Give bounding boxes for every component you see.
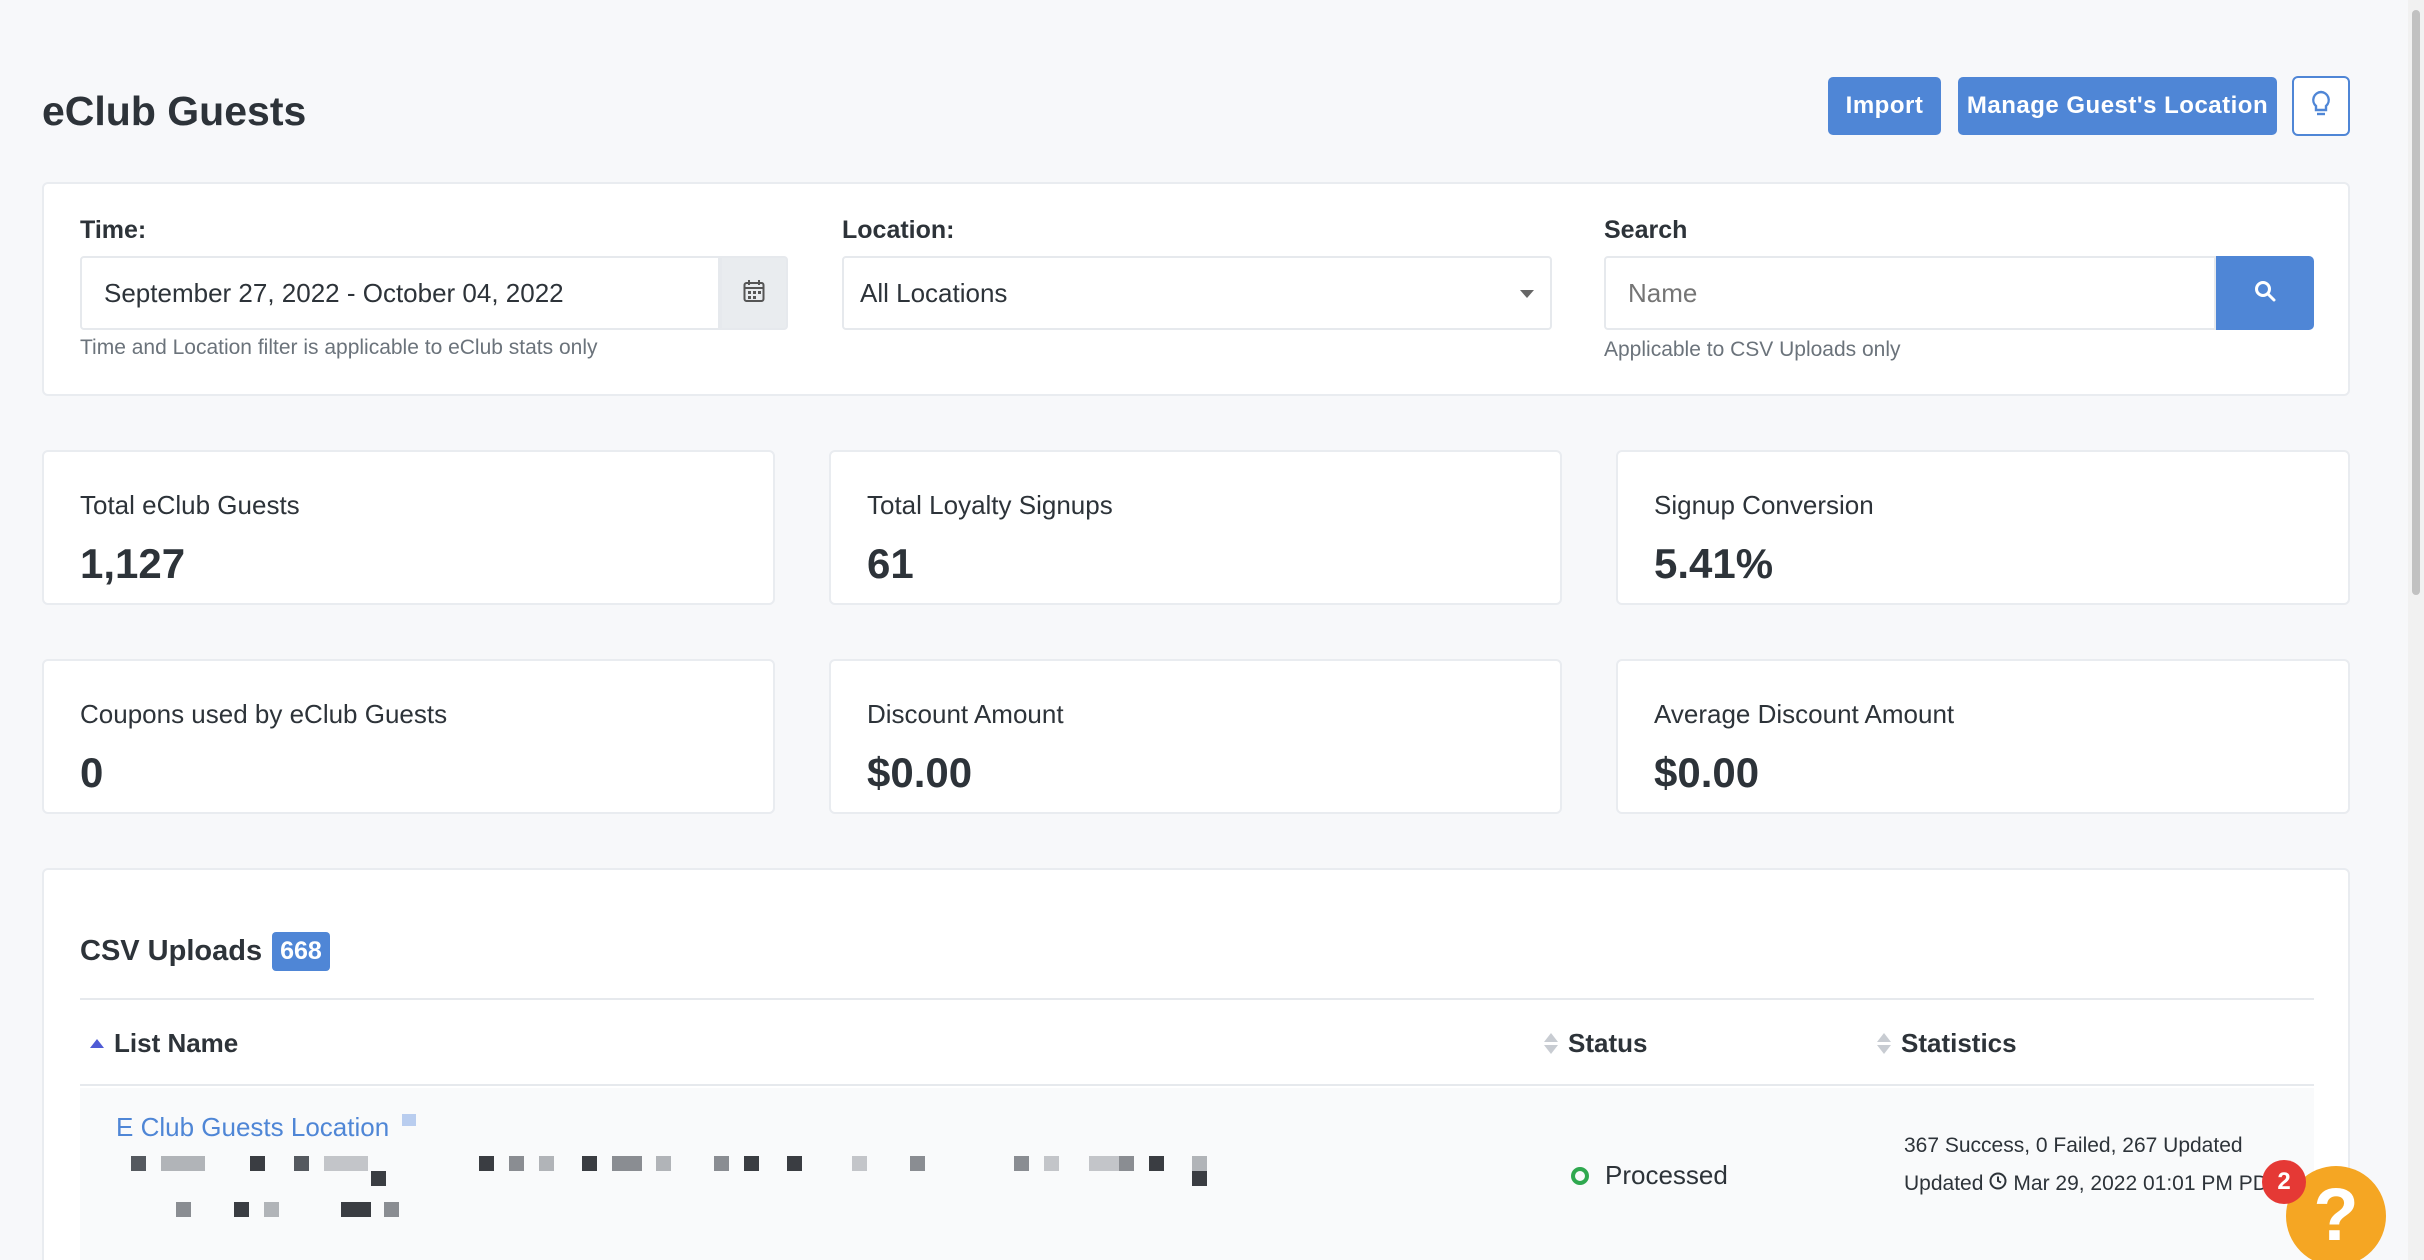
- sort-ascending-icon: [90, 1039, 104, 1048]
- column-header-status[interactable]: Status: [1544, 1028, 1647, 1059]
- time-label: Time:: [80, 216, 147, 244]
- search-help: Applicable to CSV Uploads only: [1604, 338, 1901, 361]
- search-label: Search: [1604, 216, 1688, 244]
- csv-uploads-label: CSV Uploads: [80, 935, 263, 967]
- statistics-summary: 367 Success, 0 Failed, 267 Updated: [1904, 1134, 2243, 1157]
- stat-label: Total eClub Guests: [80, 490, 300, 520]
- search-input[interactable]: [1604, 256, 2216, 330]
- status-processed-icon: [1571, 1166, 1589, 1185]
- help-notification-badge: 2: [2262, 1160, 2306, 1204]
- column-label: Statistics: [1901, 1028, 2017, 1058]
- stat-value: $0.00: [1654, 749, 1760, 796]
- stat-card-discount-amount: Discount Amount $0.00: [829, 659, 1562, 814]
- column-header-list-name[interactable]: List Name: [90, 1028, 238, 1059]
- csv-uploads-title: CSV Uploads 668: [80, 932, 330, 971]
- tips-button[interactable]: [2292, 76, 2350, 136]
- stat-label: Coupons used by eClub Guests: [80, 699, 448, 729]
- stat-value: 1,127: [80, 540, 186, 587]
- page-title: eClub Guests: [42, 88, 307, 134]
- csv-uploads-panel: CSV Uploads 668 List Name Status Statist…: [42, 868, 2350, 1260]
- search-button[interactable]: [2216, 256, 2314, 330]
- table-top-divider: [80, 998, 2314, 1000]
- import-button[interactable]: Import: [1828, 77, 1941, 135]
- stat-label: Discount Amount: [867, 699, 1064, 729]
- page-scrollbar[interactable]: [2408, 0, 2424, 1260]
- date-range-value: September 27, 2022 - October 04, 2022: [104, 277, 564, 308]
- updated-prefix: Updated: [1904, 1172, 1984, 1195]
- sort-icon: [1877, 1033, 1891, 1054]
- csv-uploads-count-badge: 668: [272, 932, 330, 971]
- location-value: All Locations: [860, 277, 1008, 308]
- stat-value: 5.41%: [1654, 540, 1774, 587]
- stat-label: Total Loyalty Signups: [867, 490, 1113, 520]
- filter-panel: Time: September 27, 2022 - October 04, 2…: [42, 182, 2350, 396]
- list-name-link[interactable]: E Club Guests Location: [116, 1112, 389, 1143]
- updated-timestamp: Mar 29, 2022 01:01 PM PD: [2013, 1172, 2268, 1195]
- status-text: Processed: [1605, 1160, 1728, 1190]
- column-header-statistics[interactable]: Statistics: [1877, 1028, 2017, 1059]
- chevron-down-icon: [1520, 290, 1534, 298]
- stat-value: $0.00: [867, 749, 973, 796]
- stat-label: Signup Conversion: [1654, 490, 1874, 520]
- time-filter-help: Time and Location filter is applicable t…: [80, 336, 598, 359]
- table-header-divider: [80, 1084, 2314, 1086]
- stat-value: 61: [867, 540, 914, 587]
- stat-card-signup-conversion: Signup Conversion 5.41%: [1616, 450, 2350, 605]
- stat-card-loyalty-signups: Total Loyalty Signups 61: [829, 450, 1562, 605]
- question-icon: ?: [2313, 1173, 2359, 1256]
- manage-guest-location-button[interactable]: Manage Guest's Location: [1958, 77, 2277, 135]
- column-label: Status: [1568, 1028, 1648, 1058]
- location-select[interactable]: All Locations: [842, 256, 1552, 330]
- sort-icon: [1544, 1033, 1558, 1054]
- date-picker-button[interactable]: [720, 256, 788, 330]
- stat-card-coupons-used: Coupons used by eClub Guests 0: [42, 659, 775, 814]
- column-label: List Name: [114, 1028, 239, 1058]
- status-cell: Processed: [1571, 1160, 1728, 1191]
- scrollbar-thumb[interactable]: [2412, 10, 2420, 595]
- stat-label: Average Discount Amount: [1654, 699, 1955, 729]
- stat-card-average-discount: Average Discount Amount $0.00: [1616, 659, 2350, 814]
- search-icon: [2254, 280, 2276, 307]
- location-label: Location:: [842, 216, 955, 244]
- clock-icon: [1989, 1172, 2007, 1196]
- date-range-input[interactable]: September 27, 2022 - October 04, 2022: [80, 256, 720, 330]
- lightbulb-icon: [2310, 90, 2332, 123]
- calendar-icon: [743, 279, 765, 308]
- stat-value: 0: [80, 749, 104, 796]
- statistics-updated: Updated Mar 29, 2022 01:01 PM PD: [1904, 1172, 2268, 1196]
- list-name-tag-icon: [402, 1114, 416, 1126]
- stat-card-total-guests: Total eClub Guests 1,127: [42, 450, 775, 605]
